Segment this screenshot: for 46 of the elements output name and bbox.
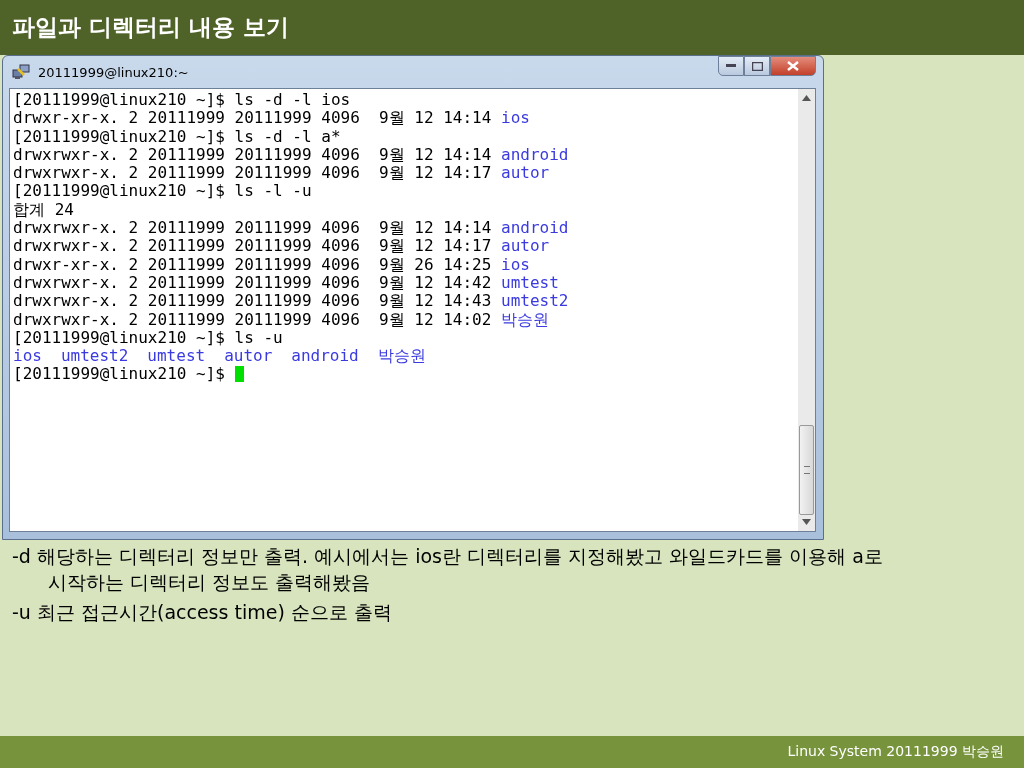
scrollbar[interactable]	[798, 89, 815, 531]
terminal-line: drwxrwxr-x. 2 20111999 20111999 4096 9월 12 14:14	[13, 219, 493, 238]
minimize-icon	[726, 64, 736, 68]
minimize-button[interactable]	[718, 56, 744, 76]
directory-name: 박승원	[501, 310, 549, 329]
terminal-line: drwxrwxr-x. 2 20111999 20111999 4096 9월 12 14:17	[13, 164, 493, 183]
terminal-line: drwxrwxr-x. 2 20111999 20111999 4096 9월 12 14:14	[13, 145, 493, 165]
directory-name: ios	[501, 109, 530, 128]
terminal-line: [20111999@linux210 ~]$	[13, 365, 226, 384]
directory-name: umtest	[501, 273, 559, 293]
terminal-line: [20111999@linux210 ~]$ ls -l -u	[13, 182, 312, 201]
directory-name: autor	[501, 237, 550, 256]
terminal-line: drwxr-xr-x. 2 20111999 20111999 4096 9월 12 14:14	[13, 109, 493, 128]
directory-name: android	[291, 347, 359, 366]
directory-name: umtest2	[60, 347, 129, 366]
terminal-line: drwxrwxr-x. 2 20111999 20111999 4096 9월 12 14:42	[13, 273, 493, 293]
terminal-line: [20111999@linux210 ~]$ ls -u	[13, 328, 283, 348]
close-icon	[787, 61, 799, 71]
slide-title: 파일과 디렉터리 내용 보기	[12, 13, 290, 42]
scroll-down-icon[interactable]	[802, 519, 811, 525]
scroll-up-icon[interactable]	[802, 95, 811, 101]
computers-icon	[12, 63, 32, 81]
maximize-icon	[751, 61, 763, 71]
directory-name: autor	[501, 164, 550, 183]
terminal-line: drwxrwxr-x. 2 20111999 20111999 4096 9월 12 14:02	[13, 310, 493, 329]
window-title: 20111999@linux210:~	[38, 64, 189, 80]
maximize-button[interactable]	[744, 56, 770, 76]
note-text: -u 최근 접근시간(access time) 순으로 출력	[12, 600, 393, 625]
directory-name: android	[501, 219, 569, 238]
terminal-line: 합계 24	[13, 200, 74, 220]
directory-name: ios	[13, 347, 42, 366]
footer-text: Linux System 20111999 박승원	[787, 743, 1004, 761]
directory-name: 박승원	[377, 347, 426, 366]
note-text: -d 해당하는 디렉터리 정보만 출력. 예시에서는 ios란 디렉터리를 지정해봤고 와일드카드를 이용해 a로 시작하는 디렉터리 정보도 출력해봤음	[12, 544, 884, 595]
directory-name: ios	[501, 255, 530, 274]
directory-name: umtest	[147, 347, 206, 366]
close-button[interactable]	[770, 56, 816, 76]
terminal-line: [20111999@linux210 ~]$ ls -d -l ios	[13, 91, 351, 110]
directory-name: android	[501, 145, 569, 165]
terminal-line: drwxrwxr-x. 2 20111999 20111999 4096 9월 12 14:43	[13, 292, 493, 311]
terminal-line: drwxr-xr-x. 2 20111999 20111999 4096 9월 26 14:25	[13, 255, 493, 274]
terminal-line: [20111999@linux210 ~]$ ls -d -l a*	[13, 127, 341, 146]
directory-name: autor	[224, 347, 273, 366]
scroll-thumb[interactable]	[799, 425, 814, 515]
terminal-line: drwxrwxr-x. 2 20111999 20111999 4096 9월 12 14:17	[13, 237, 493, 256]
directory-name: umtest2	[501, 292, 569, 311]
